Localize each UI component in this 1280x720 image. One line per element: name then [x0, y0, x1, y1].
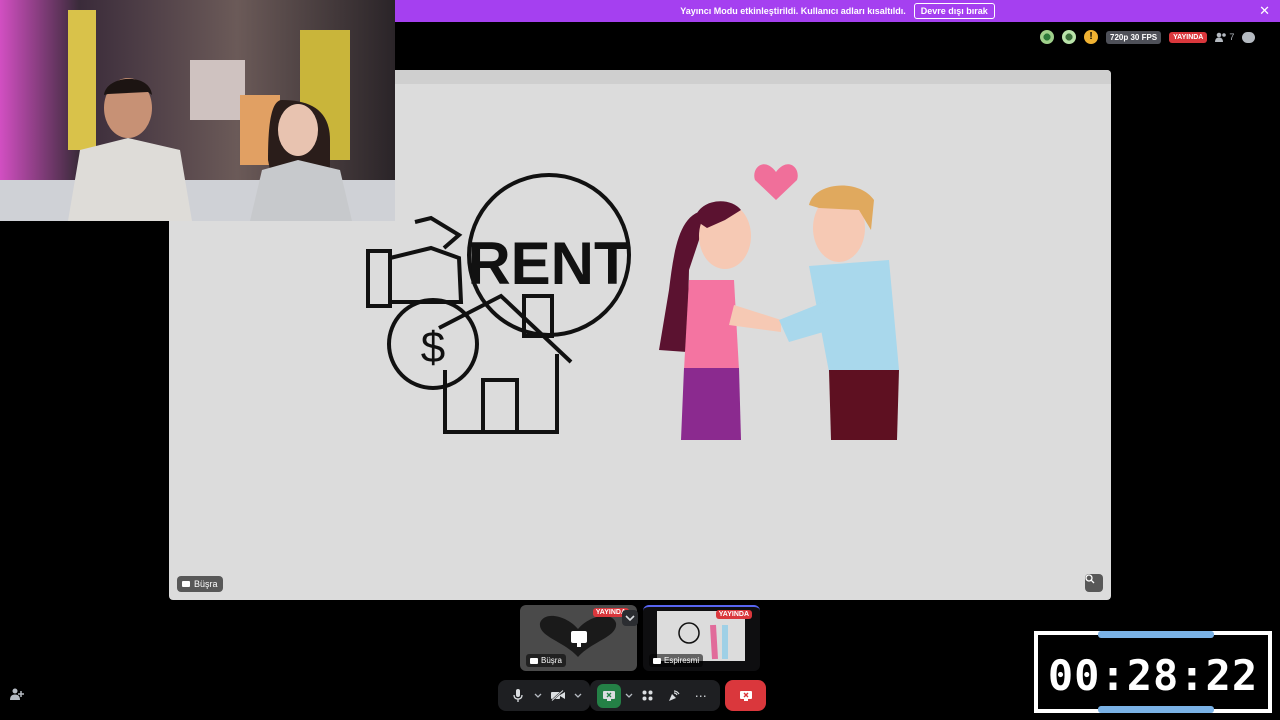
participant-tile[interactable]: YAYINDA Espiresmi — [643, 605, 760, 671]
viewers-icon — [1215, 32, 1227, 42]
disable-streamer-mode-button[interactable]: Devre dışı bırak — [913, 3, 995, 19]
tile-name: Büşra — [541, 656, 562, 665]
tile-name: Espiresmi — [664, 656, 700, 665]
invite-icon[interactable] — [10, 688, 24, 703]
timer-top-bar — [1098, 631, 1214, 638]
tile-live-badge: YAYINDA — [715, 610, 752, 619]
camera-options-chevron[interactable] — [573, 691, 583, 700]
chat-icon[interactable] — [1242, 31, 1256, 43]
camera-off-icon — [550, 690, 565, 701]
presenter-name-tag: Büşra — [177, 576, 223, 592]
connection-status-icon[interactable] — [1062, 30, 1076, 44]
noise-suppression-icon[interactable] — [1040, 30, 1054, 44]
dollar-sign: $ — [421, 323, 445, 372]
chevron-down-icon — [625, 693, 633, 698]
collapse-tiles-button[interactable] — [622, 610, 638, 626]
participant-tile[interactable]: YAYINDA Büşra — [520, 605, 637, 671]
microphone-button[interactable] — [506, 684, 530, 708]
microphone-icon — [512, 689, 523, 702]
screen-share-button[interactable] — [597, 683, 622, 708]
screen-share-icon — [530, 657, 538, 664]
screen-share-icon — [653, 657, 661, 664]
tile-name-tag: Espiresmi — [649, 654, 704, 667]
warning-icon[interactable]: ! — [1084, 30, 1098, 44]
chevron-down-icon — [625, 615, 635, 621]
magnifier-icon — [1085, 574, 1095, 584]
soundboard-button[interactable] — [662, 684, 686, 708]
man-illustration — [779, 185, 899, 440]
viewer-count[interactable]: 7 — [1215, 32, 1234, 42]
stream-quality-badge: 720p 30 FPS — [1106, 30, 1162, 44]
activities-button[interactable] — [636, 684, 660, 708]
timer-value: 00:28:22 — [1047, 651, 1259, 700]
chevron-down-icon — [574, 693, 581, 698]
timer-bottom-bar — [1098, 706, 1214, 713]
heart-icon — [754, 164, 798, 200]
camera-button[interactable] — [546, 684, 570, 708]
activities-icon — [642, 690, 653, 701]
webcam-feed — [0, 0, 395, 221]
screen-share-icon — [182, 581, 190, 587]
zoom-button[interactable] — [1085, 574, 1103, 592]
close-icon[interactable]: ✕ — [1259, 3, 1270, 19]
rent-label: RENT — [467, 230, 630, 297]
screen-share-icon — [603, 690, 616, 701]
soundboard-icon — [669, 689, 680, 701]
streamer-mode-banner: Yayıncı Modu etkinleştirildi. Kullanıcı … — [395, 0, 1280, 22]
banner-message: Yayıncı Modu etkinleştirildi. Kullanıcı … — [680, 6, 906, 16]
viewer-count-label: 7 — [1229, 32, 1235, 42]
screen-share-options-chevron[interactable] — [624, 691, 634, 700]
disconnect-icon — [739, 690, 752, 701]
microphone-options-chevron[interactable] — [533, 691, 543, 700]
call-status-bar: ! 720p 30 FPS YAYINDA 7 — [1040, 28, 1256, 46]
more-options-button[interactable]: ⋯ — [689, 684, 713, 708]
disconnect-button[interactable] — [725, 680, 766, 711]
chevron-down-icon — [534, 693, 541, 698]
hand-icon — [366, 215, 464, 308]
live-badge: YAYINDA — [1169, 31, 1208, 43]
audio-video-controls — [498, 680, 590, 711]
tile-name-tag: Büşra — [526, 654, 566, 667]
presenter-name: Büşra — [194, 579, 218, 589]
countdown-timer: 00:28:22 — [1034, 631, 1272, 713]
webcam-overlay — [0, 0, 395, 221]
share-activity-controls: ⋯ — [590, 680, 720, 711]
woman-illustration — [659, 201, 781, 440]
